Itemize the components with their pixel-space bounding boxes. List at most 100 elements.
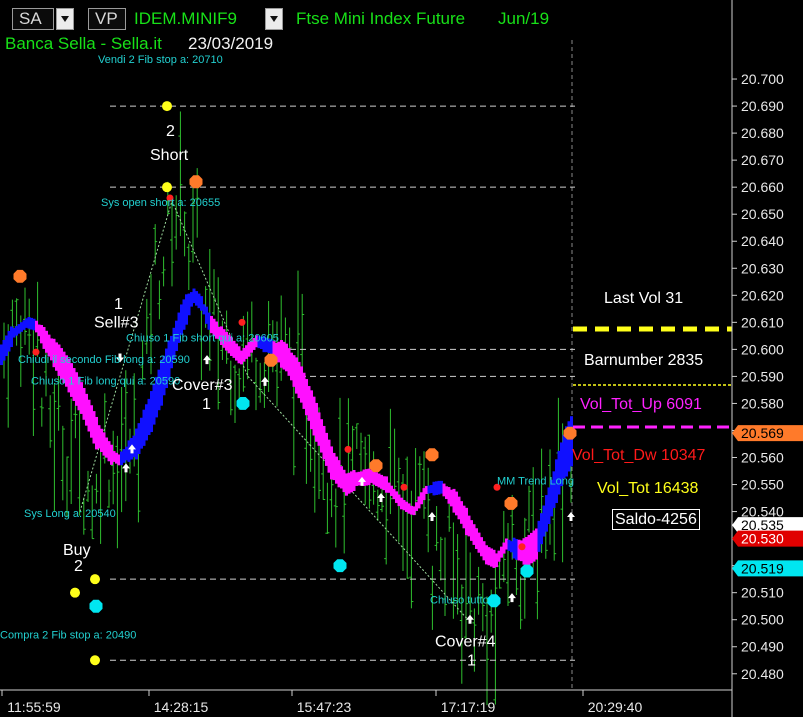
annotation-label: Chiuso tutto bbox=[430, 594, 489, 606]
price-bar bbox=[464, 534, 468, 640]
price-bar bbox=[527, 485, 531, 533]
vp-button[interactable]: VP bbox=[88, 8, 126, 30]
price-axis[interactable]: 20.48020.49020.50020.51020.52020.53020.5… bbox=[731, 0, 784, 717]
price-bar bbox=[161, 256, 166, 287]
price-bar bbox=[384, 490, 389, 565]
red-marker bbox=[238, 318, 246, 326]
price-bar bbox=[417, 456, 422, 498]
annotation-label: Chiudi il secondo Fib long a: 20590 bbox=[18, 354, 190, 366]
price-bar bbox=[333, 488, 338, 548]
price-bar bbox=[178, 111, 183, 237]
cyan-marker bbox=[236, 397, 250, 410]
chart-date: 23/03/2019 bbox=[188, 34, 274, 53]
price-bar bbox=[506, 523, 510, 607]
price-bar bbox=[321, 460, 326, 501]
symbol-code: IDEM.MINIF9 bbox=[134, 9, 237, 28]
y-tick-label: 20.500 bbox=[741, 612, 784, 628]
price-bar bbox=[77, 410, 82, 516]
cyan-marker bbox=[89, 599, 103, 613]
annotation-label: Short bbox=[150, 147, 189, 164]
vol-tot-up-label: Vol_Tot_Up 6091 bbox=[580, 396, 702, 413]
annotation-label: 2 bbox=[74, 558, 83, 575]
signal-arrow-icon bbox=[261, 376, 269, 386]
price-bar bbox=[476, 566, 481, 615]
price-bar bbox=[111, 430, 116, 505]
price-tag-label: 20.530 bbox=[741, 531, 784, 547]
price-bar bbox=[485, 596, 489, 706]
price-bar bbox=[115, 435, 120, 549]
expiry-label: Jun/19 bbox=[498, 9, 550, 28]
sa-selector[interactable]: SA bbox=[12, 8, 54, 30]
y-tick-label: 20.700 bbox=[741, 71, 784, 87]
price-bar bbox=[233, 364, 237, 423]
broker-label: Banca Sella - Sella.it bbox=[5, 34, 162, 53]
x-tick-label: 17:17:19 bbox=[441, 699, 496, 715]
y-tick-label: 20.580 bbox=[741, 395, 784, 411]
price-bar bbox=[60, 425, 65, 501]
signal-arrow-icon bbox=[428, 511, 436, 521]
price-bar bbox=[258, 362, 263, 403]
annotation-label: Vendi 2 Fib stop a: 20710 bbox=[98, 54, 223, 66]
price-bar bbox=[153, 224, 158, 265]
y-tick-label: 20.620 bbox=[741, 287, 784, 303]
cyan-marker bbox=[520, 564, 534, 578]
symbol-dropdown-arrow-icon[interactable] bbox=[265, 8, 283, 30]
annotation-label: 2 bbox=[166, 123, 175, 140]
price-bar bbox=[94, 473, 99, 504]
signal-arrow-icon bbox=[508, 593, 516, 603]
trade-lines bbox=[79, 200, 469, 621]
price-bar bbox=[186, 243, 191, 291]
y-tick-label: 20.690 bbox=[741, 98, 784, 114]
price-bar bbox=[497, 560, 502, 589]
saldo-label: Saldo-4256 bbox=[612, 509, 700, 530]
price-bar bbox=[342, 489, 347, 554]
price-bar bbox=[422, 451, 426, 519]
price-bar bbox=[354, 423, 359, 450]
price-bar bbox=[98, 443, 103, 544]
signal-arrow-icon bbox=[122, 463, 130, 473]
price-tag-label: 20.569 bbox=[741, 425, 784, 441]
price-bar bbox=[52, 383, 57, 511]
y-tick-label: 20.680 bbox=[741, 125, 784, 141]
x-tick-label: 15:47:23 bbox=[297, 699, 352, 715]
price-bar bbox=[468, 552, 473, 622]
yellow-marker bbox=[162, 101, 172, 112]
sa-label: SA bbox=[19, 9, 42, 28]
cyan-marker bbox=[333, 559, 347, 573]
y-tick-label: 20.600 bbox=[741, 341, 784, 357]
annotation-label: Sell#3 bbox=[94, 315, 139, 332]
price-bar bbox=[123, 370, 128, 502]
annotation-label: 1 bbox=[202, 396, 211, 413]
last-vol-label: Last Vol 31 bbox=[604, 290, 684, 307]
y-tick-label: 20.590 bbox=[741, 368, 784, 384]
price-bar bbox=[518, 576, 523, 630]
vol-tot-dw-label: Vol_Tot_Dw 10347 bbox=[572, 447, 706, 464]
instrument-name: Ftse Mini Index Future bbox=[296, 9, 466, 28]
price-bar bbox=[35, 281, 40, 357]
annotation-label: Chiuso 1 Fib short qui a: 20605 bbox=[126, 332, 279, 344]
price-bar bbox=[14, 298, 19, 346]
y-tick-label: 20.660 bbox=[741, 179, 784, 195]
time-axis[interactable]: 11:55:59 14:28:15 15:47:23 17:17:19 20:29:40 bbox=[0, 689, 732, 715]
yellow-marker bbox=[90, 574, 100, 585]
price-bar bbox=[426, 467, 431, 553]
price-bar bbox=[136, 449, 141, 523]
trend-band bbox=[0, 288, 573, 568]
price-tag-label: 20.519 bbox=[741, 560, 784, 576]
price-tags: 20.56920.53520.53020.519 bbox=[732, 425, 803, 577]
price-bar bbox=[69, 398, 74, 504]
orange-marker bbox=[425, 448, 439, 462]
annotation-label: Cover#4 bbox=[435, 634, 496, 651]
price-bar bbox=[23, 287, 27, 345]
price-bar bbox=[207, 248, 212, 371]
orange-marker bbox=[504, 497, 518, 510]
yellow-marker bbox=[70, 587, 80, 598]
y-tick-label: 20.670 bbox=[741, 152, 784, 168]
price-bar bbox=[86, 470, 90, 503]
red-marker bbox=[518, 543, 526, 551]
price-bar bbox=[480, 583, 485, 632]
price-bar bbox=[73, 404, 78, 439]
sa-dropdown-arrow-icon[interactable] bbox=[56, 8, 74, 30]
price-bar bbox=[48, 395, 53, 448]
annotation-label: Compra 2 Fib stop a: 20490 bbox=[0, 630, 136, 642]
